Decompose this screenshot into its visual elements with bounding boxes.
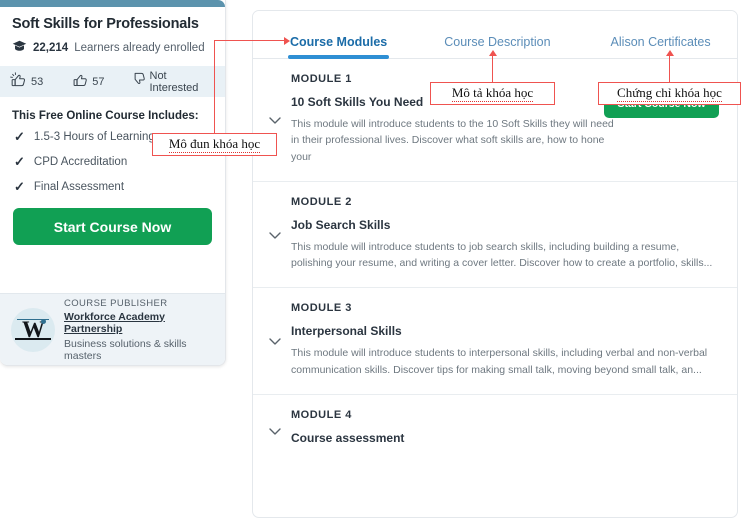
reaction-like-count: 57 bbox=[92, 75, 105, 88]
tab-alison-certificates[interactable]: Alison Certificates bbox=[611, 35, 711, 58]
module-row: MODULE 1 10 Soft Skills You Need This mo… bbox=[253, 59, 737, 182]
card-accent-bar bbox=[0, 0, 225, 7]
chevron-down-icon[interactable] bbox=[267, 112, 283, 128]
course-title: Soft Skills for Professionals bbox=[12, 16, 199, 32]
publisher-kicker: COURSE PUBLISHER bbox=[64, 297, 168, 309]
includes-title: This Free Online Course Includes: bbox=[12, 110, 199, 122]
include-item-label: Final Assessment bbox=[33, 180, 125, 193]
graduation-cap-icon bbox=[12, 39, 27, 57]
module-title[interactable]: Interpersonal Skills bbox=[291, 324, 723, 338]
module-row: MODULE 2 Job Search Skills This module w… bbox=[253, 182, 737, 289]
module-number: MODULE 3 bbox=[291, 302, 352, 315]
course-summary-card: Soft Skills for Professionals 22,214 Lea… bbox=[0, 0, 226, 366]
course-detail-panel: Course Modules Course Description Alison… bbox=[252, 10, 738, 518]
chevron-down-icon[interactable] bbox=[267, 423, 283, 439]
publisher-logo: W bbox=[11, 307, 55, 352]
publisher-text-block: COURSE PUBLISHER Workforce Academy Partn… bbox=[64, 298, 214, 362]
start-course-button-panel[interactable]: Start Course Now bbox=[604, 90, 719, 118]
thumbs-up-icon bbox=[73, 72, 88, 92]
enrolled-count: 22,214 bbox=[33, 42, 69, 54]
tab-bar: Course Modules Course Description Alison… bbox=[253, 11, 737, 59]
module-description: This module will introduce students to i… bbox=[291, 347, 708, 376]
include-item-label: 1.5-3 Hours of Learning bbox=[33, 130, 155, 143]
module-description: This module will introduce students to j… bbox=[291, 240, 713, 270]
thumbs-down-icon bbox=[131, 72, 145, 92]
publisher-name-link[interactable]: Workforce Academy Partnership bbox=[64, 311, 214, 335]
include-item-accreditation: ✓ CPD Accreditation bbox=[0, 149, 225, 174]
reaction-celebrate-count: 53 bbox=[31, 75, 44, 88]
module-description: This module will introduce students to t… bbox=[291, 118, 614, 163]
module-number: MODULE 4 bbox=[291, 408, 352, 421]
start-course-button-sidebar[interactable]: Start Course Now bbox=[13, 208, 212, 245]
module-title[interactable]: Course assessment bbox=[291, 431, 723, 445]
module-number: MODULE 1 bbox=[291, 73, 352, 85]
reaction-not-interested-label: Not Interested bbox=[149, 69, 199, 94]
tab-course-modules[interactable]: Course Modules bbox=[287, 35, 390, 59]
reaction-celebrate[interactable]: 53 bbox=[10, 71, 44, 92]
reaction-bar: 53 57 Not Interested bbox=[0, 66, 225, 97]
module-number: MODULE 2 bbox=[291, 195, 352, 208]
include-item-assessment: ✓ Final Assessment bbox=[0, 174, 225, 199]
course-publisher-box: W COURSE PUBLISHER Workforce Academy Par… bbox=[0, 293, 225, 365]
module-row: MODULE 3 Interpersonal Skills This modul… bbox=[253, 288, 737, 395]
screenshot-root: Soft Skills for Professionals 22,214 Lea… bbox=[0, 0, 750, 518]
enrolled-row: 22,214 Learners already enrolled bbox=[0, 32, 225, 66]
chevron-down-icon[interactable] bbox=[267, 227, 283, 243]
check-icon: ✓ bbox=[14, 154, 25, 169]
publisher-subtitle: Business solutions & skills masters bbox=[64, 337, 187, 362]
check-icon: ✓ bbox=[14, 129, 25, 144]
reaction-like[interactable]: 57 bbox=[73, 72, 105, 92]
module-row: MODULE 4 Course assessment bbox=[253, 395, 737, 468]
module-title[interactable]: Job Search Skills bbox=[291, 218, 723, 232]
celebrate-thumbs-up-icon bbox=[10, 71, 26, 92]
reaction-not-interested[interactable]: Not Interested bbox=[131, 70, 216, 94]
include-item-label: CPD Accreditation bbox=[33, 155, 128, 168]
enrolled-label: Learners already enrolled bbox=[74, 42, 205, 54]
check-icon: ✓ bbox=[14, 179, 25, 194]
chevron-down-icon[interactable] bbox=[267, 333, 283, 349]
tab-course-description[interactable]: Course Description bbox=[444, 35, 550, 58]
include-item-hours: ✓ 1.5-3 Hours of Learning bbox=[0, 124, 225, 149]
